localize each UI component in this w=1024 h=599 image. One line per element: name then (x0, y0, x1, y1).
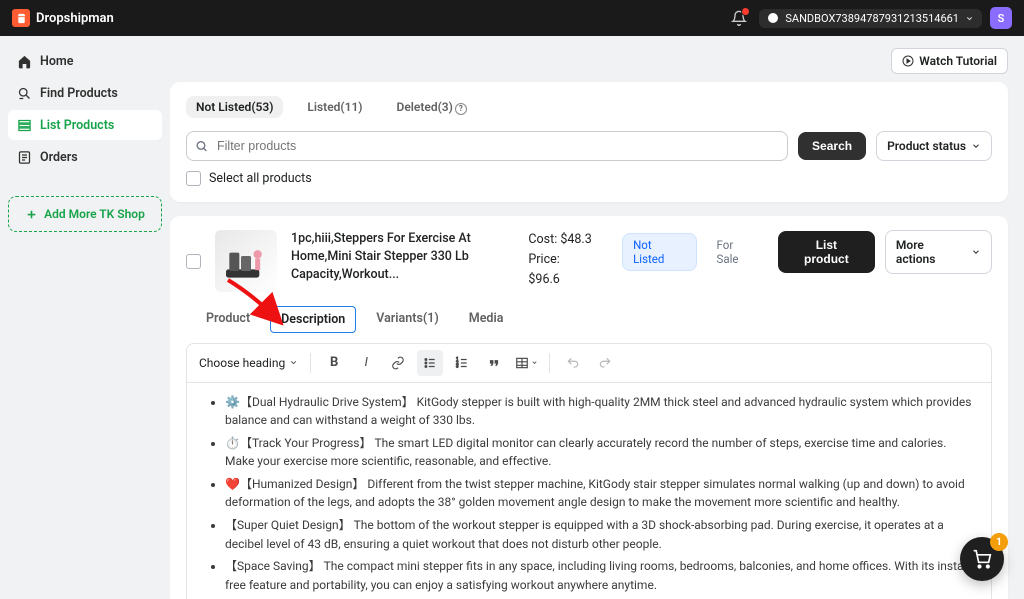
more-actions-dropdown[interactable]: More actions (885, 230, 992, 274)
sidebar: Home Find Products List Products Orders … (0, 36, 170, 599)
select-all-label: Select all products (209, 171, 312, 186)
search-list-icon (16, 85, 32, 101)
link-button[interactable] (385, 350, 411, 376)
search-button[interactable]: Search (798, 132, 866, 160)
status-tabs: Not Listed(53) Listed(11) Deleted(3)? (186, 96, 992, 119)
bullet-item: ⚙️【Dual Hydraulic Drive System】 KitGody … (225, 393, 975, 430)
bullet-item: ❤️【Humanized Design】 Different from the … (225, 475, 975, 512)
search-icon (195, 139, 208, 152)
product-title: 1pc,hiii,Steppers For Exercise At Home,M… (291, 230, 500, 284)
sidebar-item-orders[interactable]: Orders (8, 142, 162, 172)
bullet-item: 【Super Quiet Design】 The bottom of the w… (225, 516, 975, 553)
chevron-down-icon (289, 358, 298, 367)
sidebar-label: Find Products (40, 86, 118, 101)
sidebar-item-home[interactable]: Home (8, 46, 162, 76)
sidebar-label: List Products (40, 118, 114, 133)
detail-tab-variants[interactable]: Variants(1) (366, 306, 449, 333)
plus-icon (25, 208, 38, 221)
topbar: Dropshipman SANDBOX73894787931213514661 … (0, 0, 1024, 36)
filters-card: Not Listed(53) Listed(11) Deleted(3)? Se… (170, 82, 1008, 202)
shop-selector[interactable]: SANDBOX73894787931213514661 (759, 9, 982, 28)
select-all-checkbox[interactable] (186, 171, 201, 186)
help-icon[interactable]: ? (455, 103, 467, 115)
orders-icon (16, 149, 32, 165)
cart-icon (972, 549, 992, 569)
notifications-button[interactable] (727, 6, 751, 30)
tab-listed[interactable]: Listed(11) (297, 96, 372, 118)
product-thumb[interactable] (215, 230, 277, 292)
detail-tab-media[interactable]: Media (459, 306, 514, 333)
detail-tab-product[interactable]: Product (196, 306, 260, 333)
sidebar-item-find-products[interactable]: Find Products (8, 78, 162, 108)
watch-tutorial-button[interactable]: Watch Tutorial (891, 48, 1008, 74)
table-button[interactable] (513, 350, 539, 376)
status-badge: Not Listed (622, 233, 696, 271)
notif-badge (741, 7, 750, 16)
more-actions-label: More actions (896, 238, 966, 266)
editor-body[interactable]: ⚙️【Dual Hydraulic Drive System】 KitGody … (187, 383, 991, 599)
shop-label: SANDBOX73894787931213514661 (785, 12, 959, 25)
tab-not-listed[interactable]: Not Listed(53) (186, 96, 283, 118)
sidebar-label: Orders (40, 150, 78, 165)
rich-text-editor: Choose heading B I 123 (186, 343, 992, 599)
heading-select-label: Choose heading (199, 356, 285, 370)
sidebar-item-list-products[interactable]: List Products (8, 110, 162, 140)
numbered-list-button[interactable]: 123 (449, 350, 475, 376)
detail-tab-description[interactable]: Description (270, 306, 356, 333)
list-product-button[interactable]: List product (778, 231, 875, 273)
chevron-down-icon (971, 141, 981, 151)
brand-icon (12, 9, 30, 27)
product-cost: Cost: $48.3 (528, 230, 594, 250)
add-shop-button[interactable]: Add More TK Shop (8, 196, 162, 232)
redo-button[interactable] (592, 350, 618, 376)
main: Watch Tutorial Not Listed(53) Listed(11)… (170, 36, 1024, 599)
bullet-item: ⏱️【Track Your Progress】 The smart LED di… (225, 434, 975, 471)
play-icon (902, 55, 914, 67)
list-icon (16, 117, 32, 133)
chevron-down-icon (971, 247, 981, 257)
brand: Dropshipman (12, 9, 114, 27)
tab-deleted-label: Deleted(3) (397, 100, 453, 114)
product-checkbox[interactable] (186, 254, 201, 269)
editor-toolbar: Choose heading B I 123 (187, 344, 991, 383)
chevron-down-icon (965, 14, 974, 23)
tab-deleted[interactable]: Deleted(3)? (387, 96, 477, 119)
product-status-dropdown[interactable]: Product status (876, 131, 992, 161)
svg-text:3: 3 (456, 363, 459, 368)
sale-badge: For Sale (707, 234, 768, 270)
status-dropdown-label: Product status (887, 139, 966, 153)
bullet-list-button[interactable] (417, 350, 443, 376)
product-card: 1pc,hiii,Steppers For Exercise At Home,M… (170, 216, 1008, 599)
bullet-item: 【Space Saving】 The compact mini stepper … (225, 557, 975, 594)
sidebar-label: Home (40, 54, 74, 69)
heading-select[interactable]: Choose heading (197, 352, 300, 374)
detail-tabs: Product Description Variants(1) Media (196, 306, 992, 333)
cart-fab[interactable]: 1 (960, 537, 1004, 581)
undo-button[interactable] (560, 350, 586, 376)
select-all-row: Select all products (186, 171, 992, 186)
product-pricing: Cost: $48.3 Price: $96.6 (528, 230, 594, 290)
home-icon (16, 53, 32, 69)
product-price: Price: $96.6 (528, 250, 594, 290)
italic-button[interactable]: I (353, 350, 379, 376)
avatar[interactable]: S (990, 7, 1012, 29)
quote-button[interactable] (481, 350, 507, 376)
add-shop-label: Add More TK Shop (44, 207, 145, 221)
search-box (186, 131, 788, 161)
bold-button[interactable]: B (321, 350, 347, 376)
brand-label: Dropshipman (36, 11, 114, 26)
chevron-down-icon (531, 359, 538, 366)
cart-badge: 1 (990, 533, 1008, 551)
tutorial-label: Watch Tutorial (919, 54, 997, 68)
search-input[interactable] (186, 131, 788, 161)
